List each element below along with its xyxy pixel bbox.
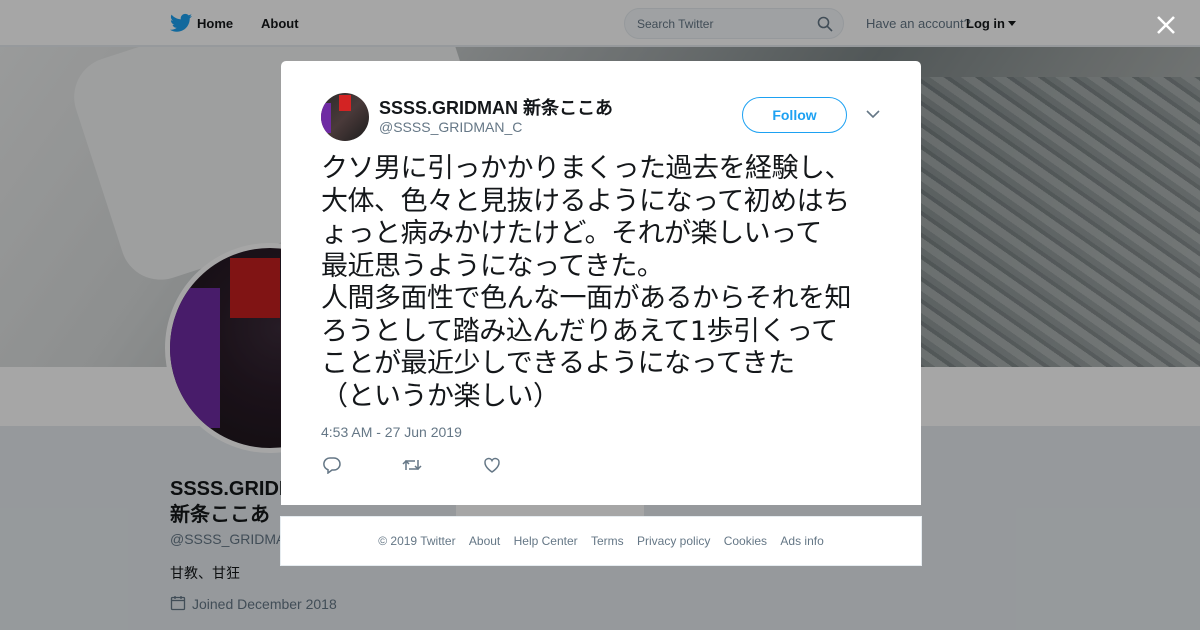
reply-icon[interactable] (322, 456, 342, 474)
footer-privacy-link[interactable]: Privacy policy (637, 534, 710, 548)
retweet-icon[interactable] (402, 456, 422, 474)
tweet-text: クソ男に引っかかりまくった過去を経験し、 大体、色々と見抜けるようになって初めは… (321, 153, 852, 412)
tweet-timestamp[interactable]: 4:53 AM - 27 Jun 2019 (321, 424, 462, 440)
footer-about-link[interactable]: About (469, 534, 500, 548)
footer-copyright: © 2019 Twitter (378, 534, 456, 548)
footer-links: © 2019 Twitter About Help Center Terms P… (281, 534, 921, 548)
footer: © 2019 Twitter About Help Center Terms P… (280, 516, 922, 566)
tweet-author-handle[interactable]: @SSSS_GRIDMAN_C (379, 119, 522, 135)
follow-button[interactable]: Follow (742, 97, 847, 133)
footer-ads-link[interactable]: Ads info (780, 534, 823, 548)
avatar-decoration (321, 103, 331, 133)
close-icon[interactable] (1154, 13, 1178, 37)
like-icon[interactable] (482, 456, 502, 474)
tweet-author-avatar[interactable] (321, 93, 369, 141)
footer-help-link[interactable]: Help Center (514, 534, 578, 548)
footer-cookies-link[interactable]: Cookies (724, 534, 767, 548)
avatar-decoration (339, 95, 351, 111)
chevron-down-icon[interactable] (866, 109, 880, 119)
footer-terms-link[interactable]: Terms (591, 534, 624, 548)
tweet-author-name[interactable]: SSSS.GRIDMAN 新条ここあ (379, 94, 613, 120)
tweet-modal: SSSS.GRIDMAN 新条ここあ @SSSS_GRIDMAN_C Follo… (281, 61, 921, 505)
